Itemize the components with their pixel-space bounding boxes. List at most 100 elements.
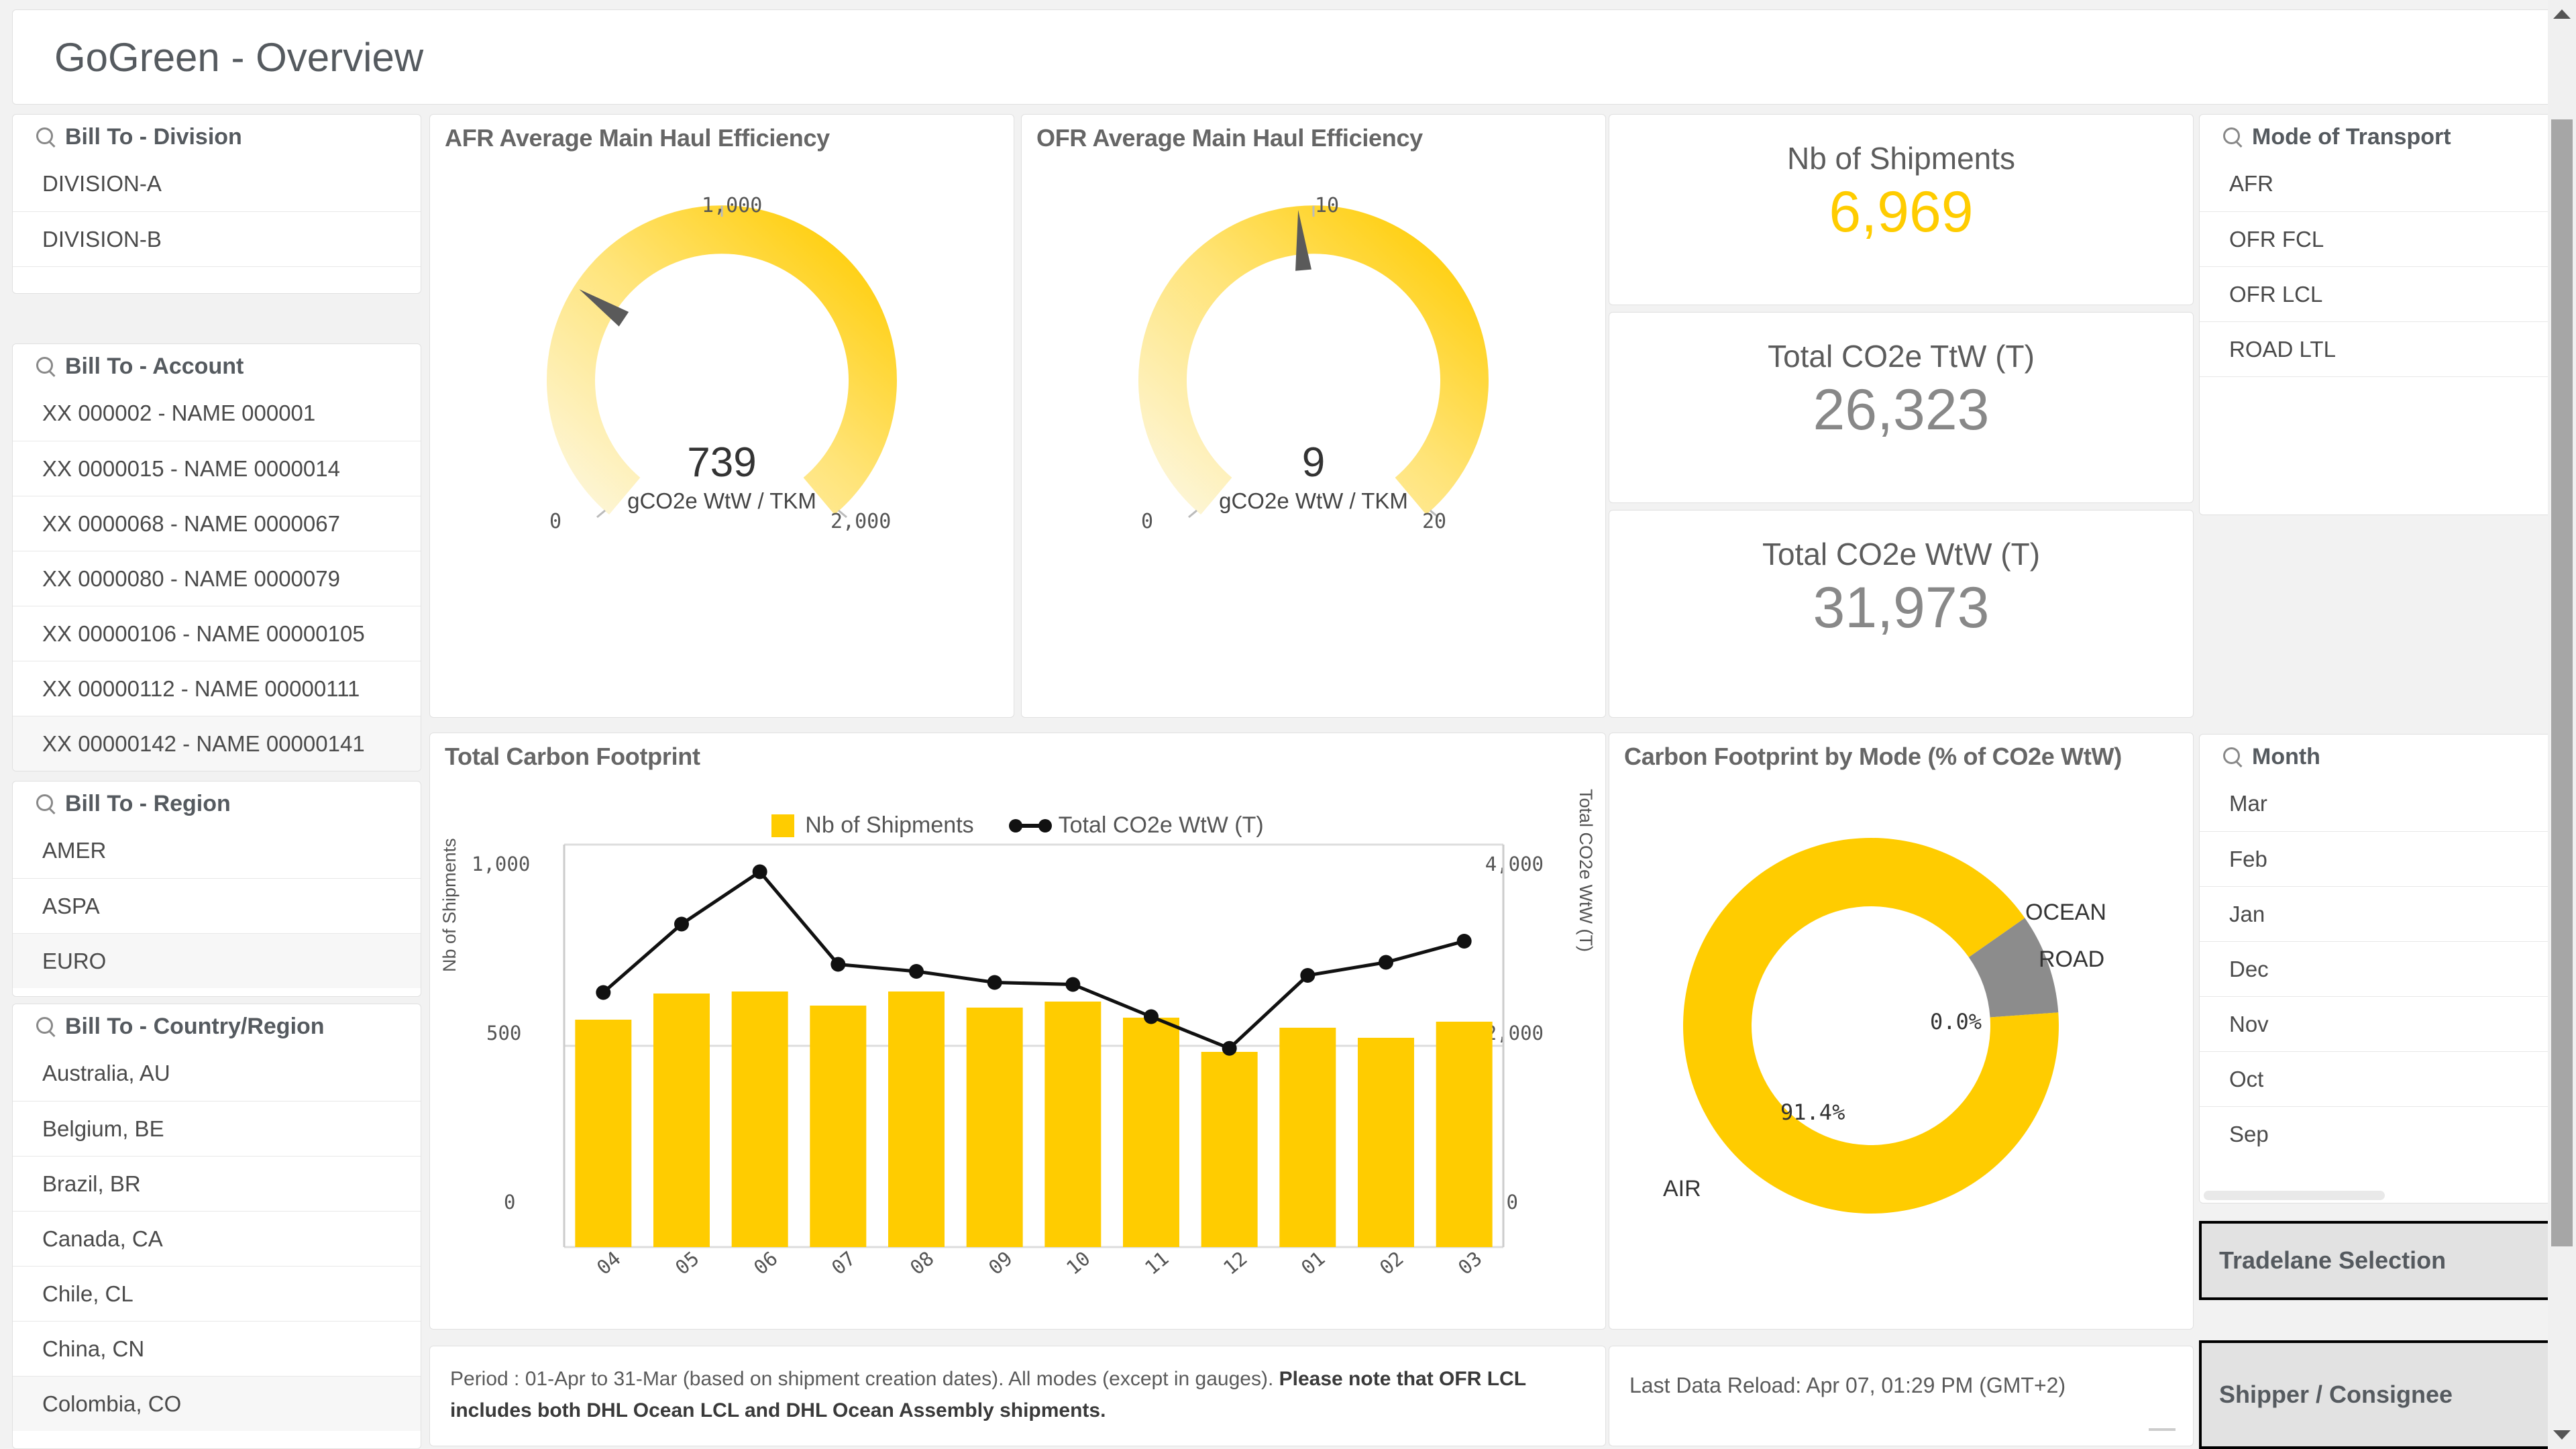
filter-header-mode[interactable]: Mode of Transport (2200, 115, 2562, 156)
list-item[interactable]: Belgium, BE (13, 1101, 421, 1156)
list-item[interactable]: XX 0000080 - NAME 0000079 (13, 551, 421, 606)
filter-list-division[interactable]: DIVISION-A DIVISION-B (13, 156, 421, 294)
data-point[interactable] (596, 985, 610, 1000)
list-item[interactable]: AMER (13, 823, 421, 878)
filter-panel-country[interactable]: Bill To - Country/Region Australia, AU B… (12, 1004, 421, 1449)
list-item[interactable]: AFR (2200, 156, 2562, 211)
bar[interactable] (1123, 1018, 1179, 1247)
data-point[interactable] (1144, 1010, 1159, 1024)
note-reload-text: Last Data Reload: Apr 07, 01:29 PM (GMT+… (1609, 1346, 2193, 1398)
kpi-label: Total CO2e TtW (T) (1609, 313, 2193, 374)
bar[interactable] (575, 1020, 631, 1247)
list-item[interactable]: Dec (2200, 941, 2562, 996)
data-point[interactable] (909, 964, 924, 979)
filter-header-region[interactable]: Bill To - Region (13, 782, 421, 823)
filter-panel-mode-of-transport[interactable]: Mode of Transport AFR OFR FCL OFR LCL RO… (2199, 114, 2563, 515)
filter-list-region[interactable]: AMER ASPA EURO (13, 823, 421, 988)
list-item[interactable]: Nov (2200, 996, 2562, 1051)
filter-list-country[interactable]: Australia, AU Belgium, BE Brazil, BR Can… (13, 1046, 421, 1431)
data-point[interactable] (1457, 934, 1472, 949)
search-icon[interactable] (36, 1016, 56, 1036)
kpi-value: 6,969 (1609, 176, 2193, 246)
list-item[interactable]: Jan (2200, 886, 2562, 941)
list-item[interactable]: Feb (2200, 831, 2562, 886)
filter-header-division[interactable]: Bill To - Division (13, 115, 421, 156)
list-item[interactable]: OFR LCL (2200, 266, 2562, 321)
kpi-card-co2e-wtw: Total CO2e WtW (T) 31,973 (1609, 510, 2194, 718)
data-point[interactable] (674, 917, 689, 932)
list-item[interactable]: DIVISION-B (13, 211, 421, 266)
filter-title-division: Bill To - Division (65, 124, 242, 150)
data-point[interactable] (1065, 977, 1080, 992)
page-scrollbar-thumb[interactable] (2551, 119, 2573, 1246)
filter-list-mode[interactable]: AFR OFR FCL OFR LCL ROAD LTL (2200, 156, 2562, 431)
scroll-down-icon[interactable] (2553, 1430, 2571, 1440)
filter-panel-month[interactable]: Month Mar Feb Jan Dec Nov Oct Sep (2199, 734, 2563, 1203)
list-item[interactable]: Australia, AU (13, 1046, 421, 1101)
list-item[interactable]: Mar (2200, 776, 2562, 831)
scroll-up-icon[interactable] (2553, 9, 2571, 19)
listbox-horizontal-scrollbar[interactable] (2204, 1191, 2385, 1200)
data-point[interactable] (987, 975, 1002, 990)
filter-list-month[interactable]: Mar Feb Jan Dec Nov Oct Sep (2200, 776, 2562, 1161)
search-icon[interactable] (36, 127, 56, 147)
search-icon[interactable] (36, 356, 56, 376)
search-icon[interactable] (2222, 127, 2243, 147)
filter-panel-account[interactable]: Bill To - Account XX 000002 - NAME 00000… (12, 343, 421, 771)
bar[interactable] (810, 1006, 866, 1247)
list-item[interactable]: China, CN (13, 1321, 421, 1376)
list-item[interactable]: Oct (2200, 1051, 2562, 1106)
list-item[interactable]: XX 00000142 - NAME 00000141 (13, 716, 421, 771)
search-icon[interactable] (2222, 747, 2243, 767)
gauge-unit-afr: gCO2e WtW / TKM (430, 488, 1014, 514)
data-point[interactable] (753, 865, 767, 879)
filter-panel-region[interactable]: Bill To - Region AMER ASPA EURO (12, 781, 421, 997)
data-point[interactable] (1379, 955, 1393, 970)
list-item[interactable]: XX 0000015 - NAME 0000014 (13, 441, 421, 496)
resize-handle-icon[interactable] (2149, 1428, 2176, 1431)
filter-header-country[interactable]: Bill To - Country/Region (13, 1004, 421, 1046)
page-scrollbar-track[interactable] (2548, 0, 2576, 1449)
data-point[interactable] (1300, 968, 1315, 983)
list-item[interactable]: DIVISION-A (13, 156, 421, 211)
bar[interactable] (1436, 1022, 1493, 1247)
bar[interactable] (732, 991, 788, 1247)
bar[interactable] (1201, 1052, 1258, 1247)
list-item[interactable]: Canada, CA (13, 1211, 421, 1266)
data-point[interactable] (830, 957, 845, 972)
bar[interactable] (653, 994, 710, 1247)
dashboard-root: GoGreen - Overview Bill To - Division DI… (0, 0, 2576, 1449)
list-item[interactable]: ROAD LTL (2200, 321, 2562, 376)
data-point[interactable] (1222, 1041, 1237, 1056)
list-item[interactable]: Colombia, CO (13, 1376, 421, 1431)
gauge-title-ofr: OFR Average Main Haul Efficiency (1022, 115, 1605, 152)
list-item[interactable]: Brazil, BR (13, 1156, 421, 1211)
gauge-title-afr-text: AFR Average Main Haul Efficiency (445, 124, 830, 152)
bar[interactable] (1358, 1038, 1414, 1247)
list-item[interactable]: XX 00000112 - NAME 00000111 (13, 661, 421, 716)
list-item[interactable]: XX 0000068 - NAME 0000067 (13, 496, 421, 551)
bar[interactable] (967, 1008, 1023, 1247)
tradelane-selection-button[interactable]: Tradelane Selection (2199, 1221, 2560, 1300)
chart-card-carbon-footprint-by-mode: Carbon Footprint by Mode (% of CO2e WtW)… (1609, 733, 2194, 1330)
donut-plot (1656, 811, 2086, 1240)
filter-header-month[interactable]: Month (2200, 735, 2562, 776)
filter-list-account[interactable]: XX 000002 - NAME 000001 XX 0000015 - NAM… (13, 386, 421, 771)
bar[interactable] (888, 991, 945, 1247)
donut-slice-air[interactable] (1683, 838, 2059, 1214)
shipper-consignee-button[interactable]: Shipper / Consignee (2199, 1340, 2560, 1449)
note-card-period: Period : 01-Apr to 31-Mar (based on ship… (429, 1346, 1606, 1446)
list-item[interactable]: Sep (2200, 1106, 2562, 1161)
list-item[interactable]: OFR FCL (2200, 211, 2562, 266)
list-item[interactable]: EURO (13, 933, 421, 988)
gauge-value-afr: 739 (430, 441, 1014, 484)
list-item[interactable]: ASPA (13, 878, 421, 933)
bar[interactable] (1279, 1028, 1336, 1247)
filter-panel-division[interactable]: Bill To - Division DIVISION-A DIVISION-B (12, 114, 421, 294)
search-icon[interactable] (36, 794, 56, 814)
bar[interactable] (1044, 1002, 1101, 1247)
list-item[interactable]: XX 00000106 - NAME 00000105 (13, 606, 421, 661)
list-item[interactable]: XX 000002 - NAME 000001 (13, 386, 421, 441)
list-item[interactable]: Chile, CL (13, 1266, 421, 1321)
filter-header-account[interactable]: Bill To - Account (13, 344, 421, 386)
